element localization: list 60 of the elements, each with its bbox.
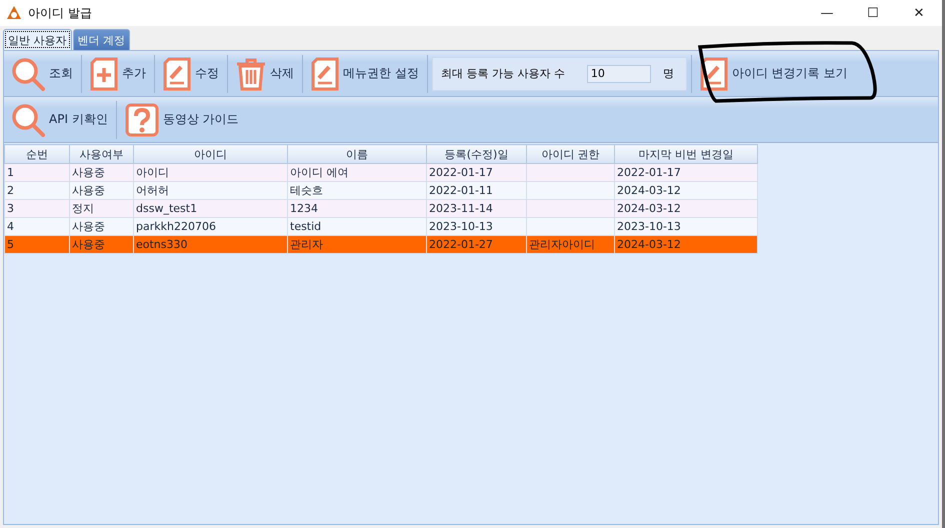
toolbar-button[interactable]: 동영상 가이드 [120, 100, 243, 140]
table-cell: 1 [4, 164, 70, 182]
toolbar-button[interactable]: 조회 [7, 54, 77, 94]
table-cell: eotns330 [134, 236, 288, 254]
trash-icon [236, 56, 266, 90]
column-header[interactable]: 사용여부 [70, 144, 134, 164]
table-cell: 5 [4, 236, 70, 254]
column-header[interactable]: 순번 [4, 144, 70, 164]
toolbar-button[interactable]: API 키확인 [7, 100, 112, 140]
table-cell: 사용중 [70, 236, 134, 254]
table-cell: 2024-03-12 [614, 200, 758, 218]
unit-label: 명 [662, 66, 674, 81]
add-document-icon [90, 56, 118, 90]
toolbar-button[interactable]: 추가 [86, 54, 150, 94]
table-cell: 사용중 [70, 164, 134, 182]
table-cell: 정지 [70, 200, 134, 218]
table-cell: 사용중 [70, 218, 134, 236]
column-header[interactable]: 마지막 비번 변경일 [614, 144, 758, 164]
table-cell: 사용중 [70, 182, 134, 200]
table-cell: 2022-01-27 [426, 236, 526, 254]
table-cell: 테슷흐 [288, 182, 426, 200]
column-header[interactable]: 아이디 [134, 144, 288, 164]
table-cell: 관리자아이디 [526, 236, 614, 254]
edit-document-icon [311, 56, 339, 90]
toolbar-button[interactable]: 삭제 [232, 54, 298, 94]
table-cell: 3 [4, 200, 70, 218]
table-cell: 2023-10-13 [614, 218, 758, 236]
table-cell: 2023-10-13 [426, 218, 526, 236]
setting-label: 최대 등록 가능 사용자 수 [440, 66, 565, 81]
search-icon [11, 56, 45, 90]
table-cell: 2 [4, 182, 70, 200]
table-cell: testid [288, 218, 426, 236]
edit-document-icon [163, 56, 191, 90]
tab[interactable]: 일반 사용자 [3, 29, 72, 50]
table-cell: 2024-03-12 [614, 236, 758, 254]
column-header[interactable]: 아이디 권한 [526, 144, 614, 164]
table-cell: 2024-03-12 [614, 182, 758, 200]
app-logo-icon [6, 5, 22, 21]
column-header[interactable]: 등록(수정)일 [426, 144, 526, 164]
table-cell: parkkh220706 [134, 218, 288, 236]
table-cell: 아이디 [134, 164, 288, 182]
help-icon [124, 102, 159, 136]
table-cell: 어허허 [134, 182, 288, 200]
tab[interactable]: 벤더 계정 [72, 29, 130, 50]
max-users-field[interactable]: 10 [586, 64, 651, 82]
table-cell: 1234 [288, 200, 426, 218]
table-cell: 4 [4, 218, 70, 236]
table-cell: dssw_test1 [134, 200, 288, 218]
table-cell: 2022-01-17 [426, 164, 526, 182]
toolbar-button[interactable]: 수정 [159, 54, 223, 94]
table-cell: 관리자 [288, 236, 426, 254]
table-cell: 2022-01-17 [614, 164, 758, 182]
toolbar-button[interactable]: 아이디 변경기록 보기 [696, 54, 852, 94]
table-cell: 아이디 에여 [288, 164, 426, 182]
table-cell: 2022-01-11 [426, 182, 526, 200]
table-cell: 2023-11-14 [426, 200, 526, 218]
column-header[interactable]: 이름 [288, 144, 426, 164]
window-title: 아이디 발급 [28, 4, 92, 22]
search-icon [11, 102, 45, 136]
toolbar-button[interactable]: 메뉴권한 설정 [307, 54, 423, 94]
